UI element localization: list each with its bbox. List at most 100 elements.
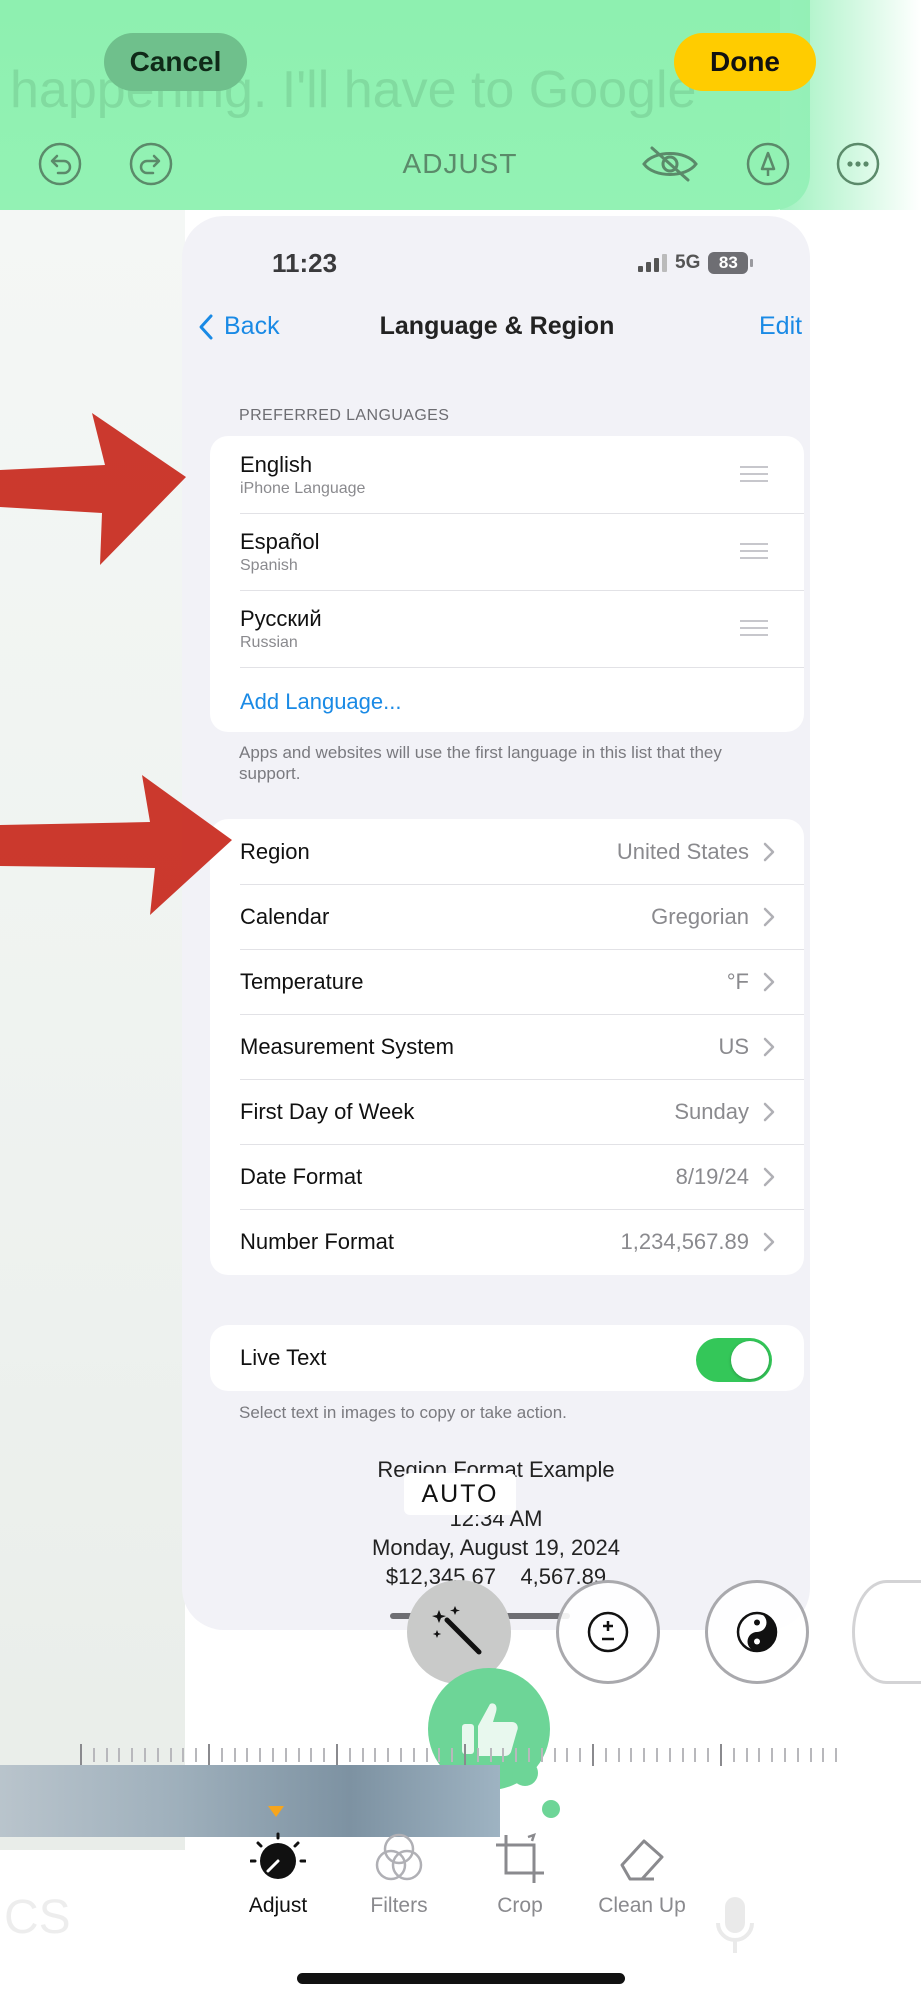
status-time: 11:23 <box>272 248 338 278</box>
edit-button[interactable]: Edit <box>759 312 802 341</box>
back-button[interactable]: Back <box>198 312 280 341</box>
setting-value: Gregorian <box>651 904 749 929</box>
ruler-tick <box>592 1744 594 1766</box>
ruler-tick <box>579 1748 582 1762</box>
drag-handle-icon[interactable] <box>740 466 768 487</box>
ruler-tick <box>771 1748 774 1762</box>
signal-icon <box>638 254 667 272</box>
setting-label: Number Format <box>240 1229 395 1254</box>
done-button[interactable]: Done <box>674 33 816 91</box>
ruler-tick <box>220 1748 223 1762</box>
drag-handle-icon[interactable] <box>740 620 768 641</box>
ruler-tick <box>528 1748 530 1762</box>
page-title: Language & Region <box>379 312 615 340</box>
tab-crop[interactable]: Crop <box>460 1828 580 1918</box>
setting-row-number-format[interactable]: Number Format 1,234,567.89 <box>210 1209 804 1274</box>
setting-label: Date Format <box>240 1164 363 1189</box>
ruler-tick <box>489 1748 492 1762</box>
ruler-tick <box>336 1744 338 1766</box>
setting-row-region[interactable]: Region United States <box>210 819 804 884</box>
exposure-button[interactable] <box>556 1580 660 1684</box>
language-row-russian[interactable]: Русский Russian <box>210 590 804 667</box>
ruler-tick <box>540 1748 543 1762</box>
ruler-tick <box>144 1748 146 1762</box>
ruler-tick <box>400 1748 402 1762</box>
language-row-spanish[interactable]: Español Spanish <box>210 513 804 590</box>
ruler-tick <box>374 1748 377 1762</box>
chevron-right-icon <box>763 972 775 992</box>
setting-value: °F <box>726 969 749 994</box>
ruler-tick <box>656 1748 658 1762</box>
more-icon[interactable] <box>836 142 880 186</box>
setting-row-calendar[interactable]: Calendar Gregorian <box>210 884 804 949</box>
divider <box>240 667 804 668</box>
setting-row-first-day[interactable]: First Day of Week Sunday <box>210 1079 804 1144</box>
language-subtitle: Spanish <box>240 557 298 574</box>
battery-icon: 83 <box>708 252 749 274</box>
region-example-date: Monday, August 19, 2024 <box>372 1535 620 1560</box>
add-language-button[interactable]: Add Language... <box>240 689 401 715</box>
ruler-tick <box>566 1748 569 1762</box>
ruler-tick <box>617 1748 620 1762</box>
language-row-english[interactable]: English iPhone Language <box>210 436 804 513</box>
brilliance-button[interactable] <box>705 1580 809 1684</box>
ruler-tick <box>348 1748 351 1762</box>
language-name: Русский <box>240 606 322 631</box>
ruler-tick <box>758 1748 761 1762</box>
ruler-tick <box>784 1748 786 1762</box>
red-arrow-annotation <box>0 775 232 915</box>
tab-clean-up[interactable]: Clean Up <box>582 1828 702 1918</box>
setting-value: US <box>718 1034 749 1059</box>
region-example-numbers: $12,345.67 4,567.89 <box>385 1564 607 1589</box>
photo-canvas-screenshot: 11:23 5G 83 Back Language & Region Edit … <box>182 216 810 1630</box>
redo-icon[interactable] <box>129 142 173 186</box>
chevron-right-icon <box>763 1037 775 1057</box>
ruler-tick <box>668 1748 671 1762</box>
ruler-tick <box>694 1748 697 1762</box>
bubble-dot <box>542 1800 560 1818</box>
setting-label: Region <box>240 839 310 864</box>
setting-value: 1,234,567.89 <box>620 1229 749 1254</box>
ruler-tick <box>515 1748 518 1762</box>
brilliance-icon <box>736 1611 778 1653</box>
ruler-tick <box>156 1748 159 1762</box>
back-chevron-icon <box>199 314 213 339</box>
drag-handle-icon[interactable] <box>740 543 768 564</box>
editor-title: ADJUST <box>402 148 518 179</box>
next-tool-button[interactable] <box>852 1580 921 1684</box>
ruler-tick <box>195 1748 198 1762</box>
chevron-right-icon <box>763 1232 775 1252</box>
ruler-tick <box>809 1748 812 1762</box>
language-name: Español <box>240 529 320 554</box>
home-indicator <box>297 1973 625 1984</box>
markup-pen-icon[interactable] <box>746 142 790 186</box>
ruler-tick <box>284 1748 287 1762</box>
live-text-toggle[interactable] <box>696 1338 772 1382</box>
hide-eye-icon[interactable] <box>640 142 700 186</box>
ruler-tick <box>182 1748 185 1762</box>
setting-value: United States <box>616 839 749 864</box>
setting-row-date-format[interactable]: Date Format 8/19/24 <box>210 1144 804 1209</box>
language-name: English <box>240 452 313 477</box>
setting-label: First Day of Week <box>240 1099 415 1124</box>
setting-row-temperature[interactable]: Temperature °F <box>210 949 804 1014</box>
ruler-tick <box>604 1748 607 1762</box>
cancel-button[interactable]: Cancel <box>104 33 247 91</box>
ruler-tick <box>361 1748 364 1762</box>
ruler-tick <box>822 1748 825 1762</box>
editor-tab-bar: Adjust Filters Crop Clean Up <box>0 1828 921 1938</box>
ruler-tick <box>451 1748 454 1762</box>
setting-row-measurement[interactable]: Measurement System US <box>210 1014 804 1079</box>
ruler-tick <box>310 1748 313 1762</box>
exposure-icon <box>587 1611 629 1653</box>
ruler-tick <box>131 1748 134 1762</box>
battery-nub <box>750 259 754 267</box>
tab-filters[interactable]: Filters <box>339 1828 459 1918</box>
adjustment-ruler[interactable] <box>80 1744 840 1766</box>
ruler-tick <box>412 1748 415 1762</box>
undo-icon[interactable] <box>38 142 82 186</box>
ruler-tick <box>438 1748 441 1762</box>
tab-adjust[interactable]: Adjust <box>218 1828 338 1918</box>
language-subtitle: iPhone Language <box>240 480 366 497</box>
ruler-tick <box>92 1748 95 1762</box>
